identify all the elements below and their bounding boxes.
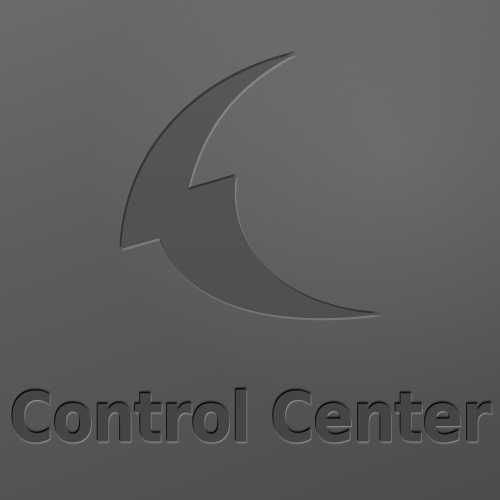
app-title: Control Center	[9, 378, 491, 459]
splash-screen: Control Center	[0, 0, 500, 500]
